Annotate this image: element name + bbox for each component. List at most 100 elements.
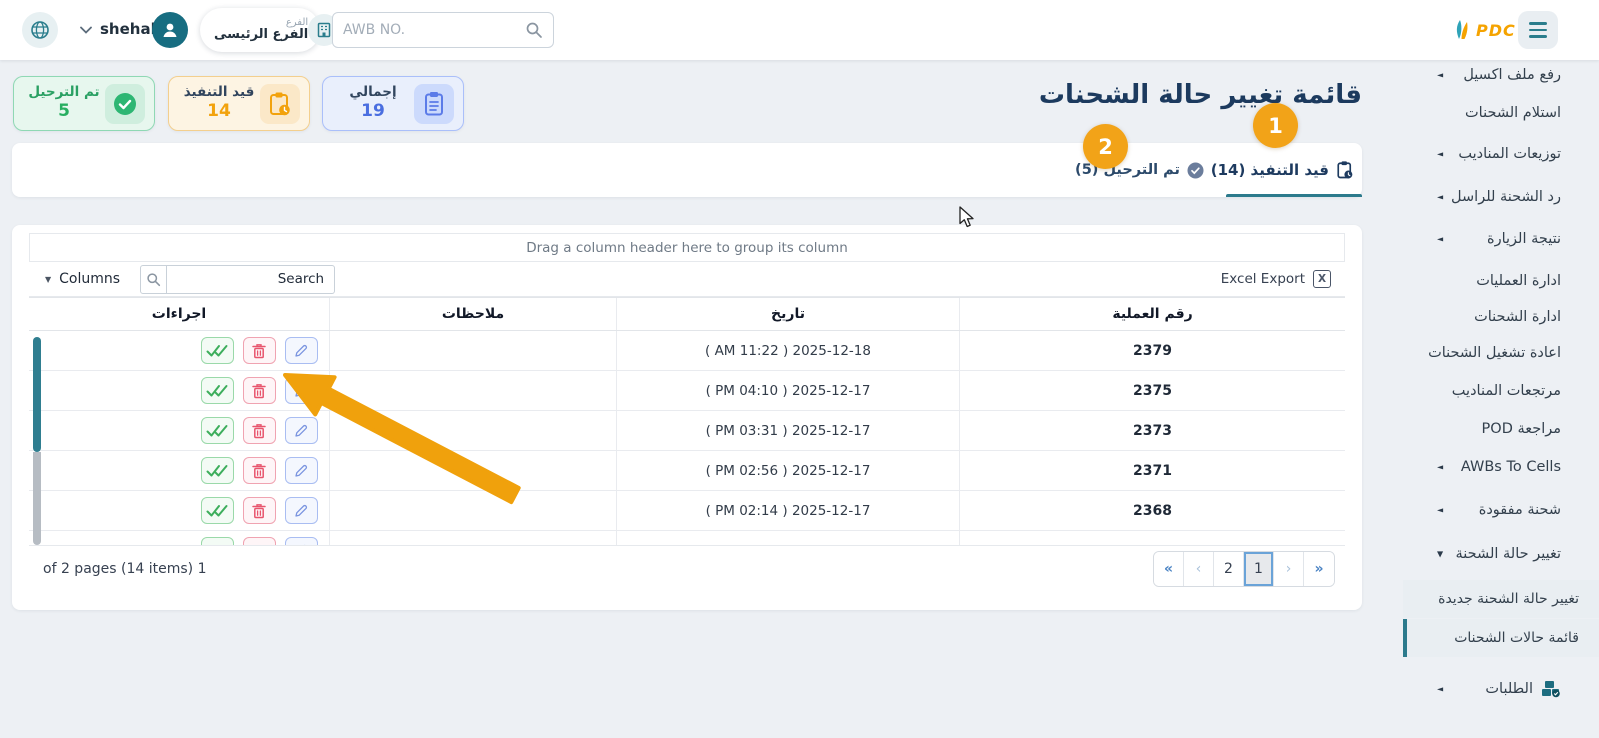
chevron-left-icon: ◄ [1437,685,1443,694]
confirm-button[interactable] [201,457,234,484]
annotation-arrow [270,360,530,510]
grid-toolbar: ▼ Columns Search Excel Export X [29,262,1345,297]
branch-name: الفرع الرئيسى [214,28,308,43]
sidebar-item-awbs-to-cells[interactable]: AWBs To Cells◄ [1379,454,1599,480]
double-check-icon [206,464,228,478]
clipboard-clock-icon [260,84,300,124]
check-circle-icon [1187,162,1204,179]
operation-id-cell: 2375 [959,371,1345,410]
user-icon [160,20,180,40]
confirm-button[interactable] [201,377,234,404]
grid-search-input[interactable]: Search [167,265,335,294]
table-row[interactable]: ( PM 02:14 ) 2025-12-17 2368 [29,491,1345,531]
search-icon [140,265,167,294]
top-bar: shehab الفرع الفرع الرئيسى AWB NO. PDC [0,0,1599,60]
group-panel[interactable]: Drag a column header here to group its c… [29,233,1345,262]
pager-summary: of 2 pages (14 items) 1 [43,561,206,577]
annotation-badge-1: 1 [1253,103,1298,148]
table-row-partial[interactable] [29,531,1345,545]
sidebar: رفع ملف اكسيل◄ استلام الشحنات توزيعات ال… [1379,60,1599,738]
awb-placeholder: AWB NO. [343,22,405,38]
table-row[interactable]: ( PM 02:56 ) 2025-12-17 2371 [29,451,1345,491]
excel-file-icon: X [1313,270,1331,288]
first-page-button[interactable]: « [1154,552,1184,586]
date-cell: ( PM 04:10 ) 2025-12-17 [616,371,959,410]
page-1-button[interactable]: 1 [1244,552,1274,586]
avatar[interactable] [152,12,188,48]
page-2-button[interactable]: 2 [1214,552,1244,586]
chevron-left-icon: ◄ [1437,150,1443,159]
sidebar-item-shipments-management[interactable]: ادارة الشحنات [1379,304,1599,330]
confirm-button[interactable] [201,337,234,364]
sidebar-item-change-shipment-status[interactable]: تغيير حالة الشحنة▼ [1379,541,1599,567]
column-header-actions[interactable]: اجراءات [29,298,329,330]
sidebar-item-courier-returns[interactable]: مرتجعات المناديب [1379,378,1599,404]
column-header-date[interactable]: تاريخ [616,298,959,330]
column-header-operation-id[interactable]: رقم العملية [959,298,1345,330]
delete-button[interactable] [243,537,276,545]
annotation-badge-2: 2 [1083,124,1128,169]
stat-label: تم الترحيل [23,84,105,101]
chevron-down-icon[interactable] [80,26,92,34]
page-title: قائمة تغيير حالة الشحنات [1039,80,1362,110]
trash-icon [252,463,266,479]
sidebar-item-rerun-shipments[interactable]: اعادة تشغيل الشحنات [1379,340,1599,366]
sidebar-item-return-to-sender[interactable]: رد الشحنة للراسل◄ [1379,184,1599,210]
pencil-icon [294,344,308,358]
edit-button[interactable] [285,537,318,545]
sidebar-item-pod-review[interactable]: مراجعة POD [1379,416,1599,442]
pencil-icon [294,544,308,546]
confirm-button[interactable] [201,497,234,524]
operation-id-cell: 2373 [959,411,1345,450]
double-check-icon [206,384,228,398]
branch-selector[interactable]: الفرع الفرع الرئيسى [200,8,320,52]
vertical-scrollbar-thumb[interactable] [33,337,41,452]
chevron-down-icon: ▼ [1437,550,1443,559]
tabs-bar: تم الترحيل (5) قيد التنفيذ (14) [12,143,1362,197]
sidebar-item-receive-shipments[interactable]: استلام الشحنات [1379,100,1599,126]
stat-label: إجمالي [332,84,414,101]
chevron-left-icon: ◄ [1437,235,1443,244]
sidebar-item-upload-excel[interactable]: رفع ملف اكسيل◄ [1379,62,1599,88]
awb-search-input[interactable]: AWB NO. [332,12,554,48]
pdc-leaf-icon [1452,18,1474,42]
sidebar-item-operations-management[interactable]: ادارة العمليات [1379,268,1599,294]
stat-value: 5 [23,101,105,122]
table-row[interactable]: ( PM 03:31 ) 2025-12-17 2373 [29,411,1345,451]
chevron-down-icon: ▼ [45,275,51,284]
sidebar-item-visit-result[interactable]: نتيجة الزيارة◄ [1379,226,1599,252]
menu-toggle-button[interactable] [1518,11,1558,49]
last-page-button[interactable]: » [1304,552,1334,586]
columns-chooser-button[interactable]: ▼ Columns [45,271,120,287]
operation-id-cell: 2371 [959,451,1345,490]
tab-in-progress[interactable]: قيد التنفيذ (14) [1211,143,1354,197]
sidebar-subitem-shipment-status-list[interactable]: قائمة حالات الشحنات [1403,619,1599,657]
trash-icon [252,543,266,546]
chevron-left-icon: ◄ [1437,71,1443,80]
pdc-logo-text: PDC [1476,21,1516,40]
table-row[interactable]: ( PM 04:10 ) 2025-12-17 2375 [29,371,1345,411]
vertical-scrollbar-track[interactable] [33,452,41,545]
sidebar-item-lost-shipment[interactable]: شحنة مفقودة◄ [1379,497,1599,523]
stat-card-migrated: تم الترحيل 5 [13,76,155,131]
sidebar-subitem-new-shipment-status[interactable]: تغيير حالة الشحنة جديدة [1403,580,1599,618]
double-check-icon [206,544,228,546]
next-page-button[interactable]: › [1274,552,1304,586]
date-cell: ( AM 11:22 ) 2025-12-18 [616,331,959,370]
excel-export-button[interactable]: Excel Export X [1221,270,1343,288]
chevron-left-icon: ◄ [1437,463,1443,472]
sidebar-item-courier-distributions[interactable]: توزيعات المناديب◄ [1379,141,1599,167]
trash-icon [252,343,266,359]
sidebar-item-orders[interactable]: الطلبات ◄ [1379,676,1599,702]
table-body: ( AM 11:22 ) 2025-12-18 2379 ( PM 04:10 … [29,331,1345,545]
confirm-button[interactable] [201,537,234,545]
language-globe-button[interactable] [22,12,58,48]
confirm-button[interactable] [201,417,234,444]
table-row[interactable]: ( AM 11:22 ) 2025-12-18 2379 [29,331,1345,371]
column-header-notes[interactable]: ملاحظات [329,298,616,330]
trash-icon [252,423,266,439]
pager-buttons: « ‹ 2 1 › » [1153,551,1335,587]
previous-page-button[interactable]: ‹ [1184,552,1214,586]
packages-icon [1541,680,1561,698]
stat-label: قيد التنفيذ [178,84,260,101]
